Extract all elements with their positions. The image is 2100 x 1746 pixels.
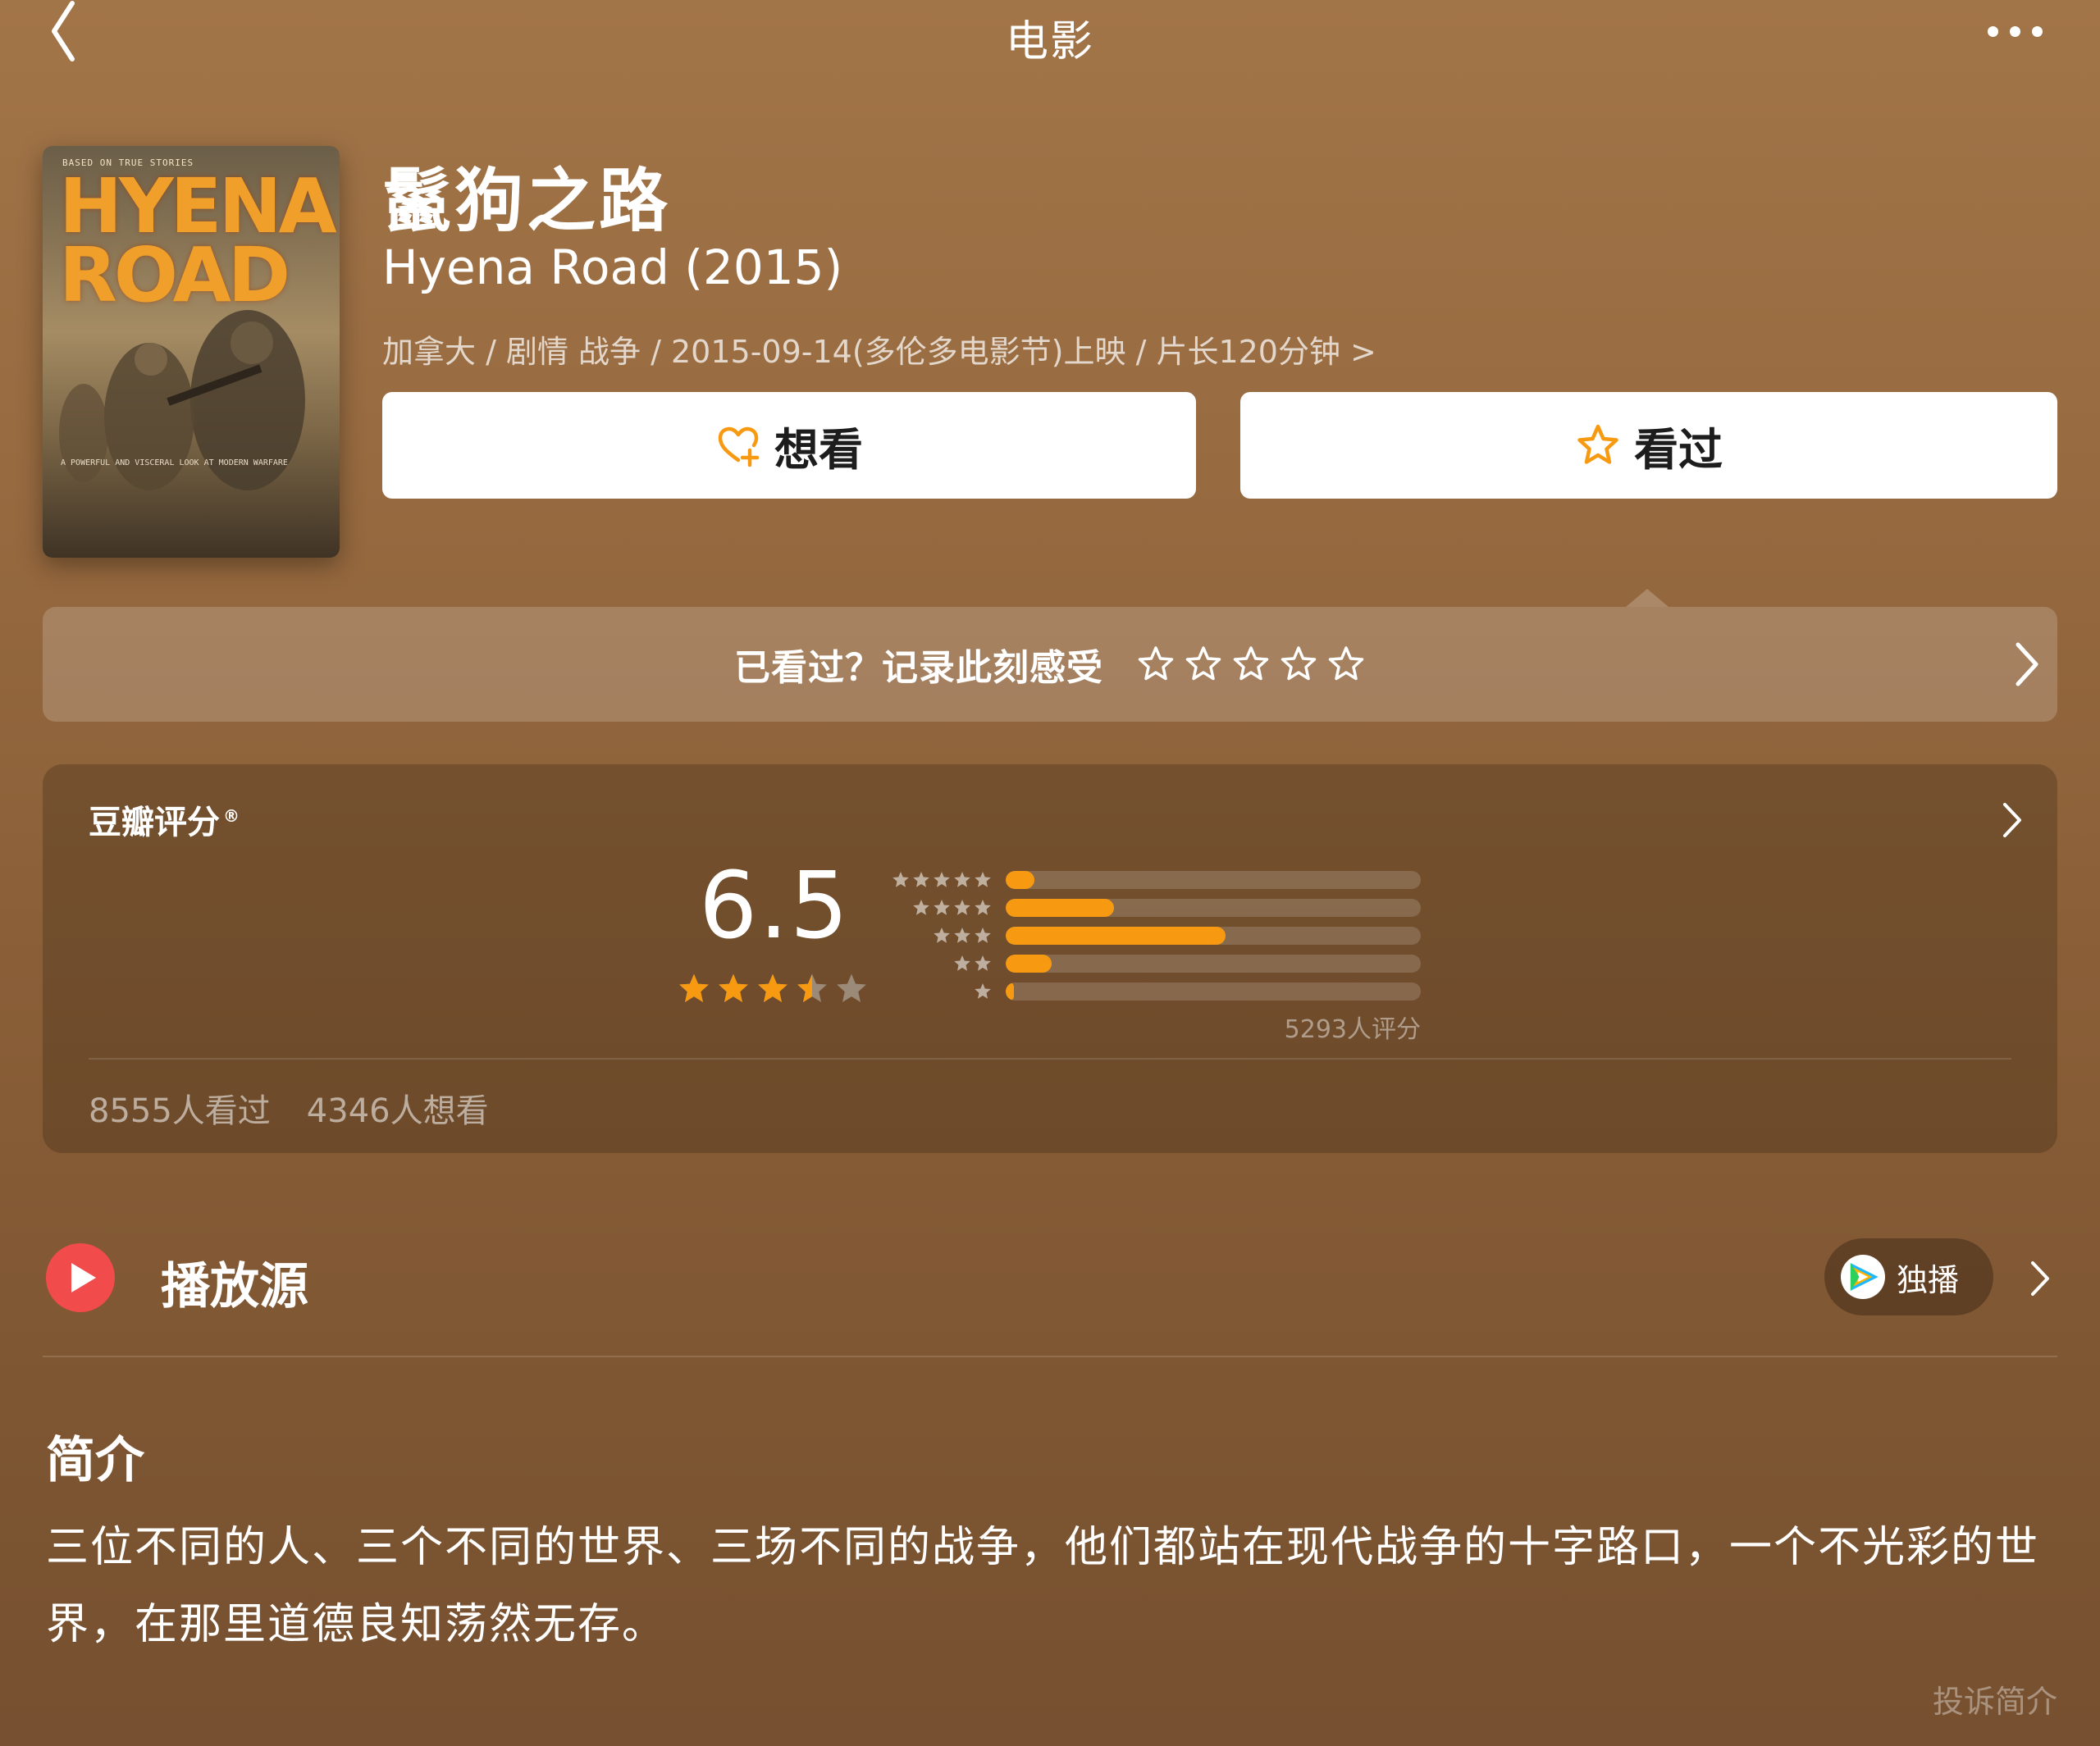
bar-star-label [886, 926, 993, 946]
play-icon [71, 1263, 96, 1292]
star-icon [797, 973, 827, 1003]
rating-bar-track [1006, 899, 1421, 917]
rating-bar-track [1006, 871, 1421, 889]
heart-plus-icon [718, 426, 760, 467]
movie-title-en: Hyena Road (2015) [382, 239, 843, 295]
poster-title: HYENA ROAD [59, 169, 337, 319]
star-icon [758, 973, 788, 1003]
chevron-right-icon[interactable] [2010, 640, 2043, 689]
more-dot-icon [1988, 25, 1998, 37]
star-outline-icon[interactable] [1326, 645, 1366, 684]
rating-distribution [886, 866, 1421, 1005]
star-icon [913, 900, 929, 915]
movie-title-cn: 鬣狗之路 [382, 161, 672, 241]
pointer-triangle [1626, 589, 1669, 607]
star-icon [954, 872, 970, 887]
page-title: 电影 [1005, 17, 1094, 66]
movie-meta[interactable]: 加拿大 / 剧情 战争 / 2015-09-14(多伦多电影节)上映 / 片长1… [382, 326, 1376, 372]
rating-bar-row [886, 894, 1421, 922]
more-dot-icon [2010, 25, 2020, 37]
seen-count[interactable]: 8555人看过 [89, 1084, 271, 1132]
poster-footer: A POWERFUL AND VISCERAL LOOK AT MODERN W… [61, 458, 288, 467]
bar-star-label [886, 982, 993, 1001]
star-outline-icon [1577, 424, 1618, 464]
exclusive-source-button[interactable]: 独播 [1824, 1238, 1993, 1315]
rating-bar-track [1006, 982, 1421, 1001]
rating-bar-fill [1006, 899, 1114, 917]
rating-bar-fill [1006, 982, 1015, 1001]
play-source-title: 播放源 [161, 1258, 308, 1315]
rating-bar-fill [1006, 871, 1035, 889]
star-icon [975, 955, 991, 971]
movie-poster[interactable]: BASED ON TRUE STORIES HYENA ROAD A POWER… [43, 146, 340, 558]
bar-star-label [886, 898, 993, 918]
chevron-right-icon[interactable] [1998, 800, 2026, 841]
record-prompt: 已看过？记录此刻感受 [734, 647, 1103, 689]
synopsis-title: 简介 [46, 1432, 144, 1489]
divider [43, 1356, 2057, 1357]
watch-stats: 8555人看过 4346人想看 [89, 1084, 489, 1132]
star-icon [913, 872, 929, 887]
rate-stars[interactable] [1136, 645, 1366, 684]
star-icon [934, 900, 950, 915]
rating-bar-track [1006, 955, 1421, 973]
play-source-icon [46, 1243, 115, 1312]
star-icon [975, 983, 991, 999]
star-icon [975, 928, 991, 943]
rating-score: 6.5 [699, 853, 851, 960]
bar-star-label [886, 954, 993, 973]
registered-mark: ® [223, 805, 240, 826]
rating-bar-track [1006, 927, 1421, 945]
star-icon [719, 973, 748, 1003]
star-icon [892, 872, 909, 887]
star-icon [837, 973, 866, 1003]
star-icon [934, 928, 950, 943]
bar-star-label [886, 870, 993, 890]
star-icon [954, 955, 970, 971]
divider [89, 1058, 2011, 1060]
watched-button[interactable]: 看过 [1240, 392, 2057, 499]
star-outline-icon[interactable] [1184, 645, 1223, 684]
rating-bar-row [886, 978, 1421, 1005]
star-icon [954, 900, 970, 915]
want-to-watch-button[interactable]: 想看 [382, 392, 1196, 499]
chevron-right-icon[interactable] [2026, 1258, 2054, 1299]
star-icon [954, 928, 970, 943]
star-icon [975, 900, 991, 915]
star-icon [975, 872, 991, 887]
score-stars [676, 971, 870, 1007]
rating-bar-fill [1006, 927, 1226, 945]
rating-bar-row [886, 950, 1421, 978]
poster-title-line2: ROAD [59, 231, 290, 319]
more-options-button[interactable] [1977, 15, 2043, 48]
star-outline-icon[interactable] [1279, 645, 1318, 684]
star-icon [679, 973, 709, 1003]
tencent-video-logo-icon [1841, 1255, 1885, 1299]
star-icon [934, 872, 950, 887]
star-outline-icon[interactable] [1136, 645, 1176, 684]
report-synopsis-link[interactable]: 投诉简介 [1933, 1676, 2057, 1721]
want-count[interactable]: 4346人想看 [307, 1084, 489, 1132]
record-feeling-bar[interactable]: 已看过？记录此刻感受 [43, 607, 2057, 722]
exclusive-label: 独播 [1897, 1261, 1960, 1298]
want-to-watch-label: 想看 [774, 423, 863, 476]
rating-count: 5293人评分 [1284, 1015, 1421, 1044]
more-dot-icon [2032, 25, 2043, 37]
star-outline-icon[interactable] [1231, 645, 1271, 684]
rating-header: 豆瓣评分 ® [89, 796, 240, 843]
watched-label: 看过 [1634, 423, 1723, 476]
rating-bar-row [886, 866, 1421, 894]
synopsis-body: 三位不同的人、三个不同的世界、三场不同的战争，他们都站在现代战争的十字路口，一个… [46, 1523, 2040, 1649]
rating-bar-fill [1006, 955, 1052, 973]
rating-header-label: 豆瓣评分 [89, 804, 220, 841]
rating-bar-row [886, 922, 1421, 950]
